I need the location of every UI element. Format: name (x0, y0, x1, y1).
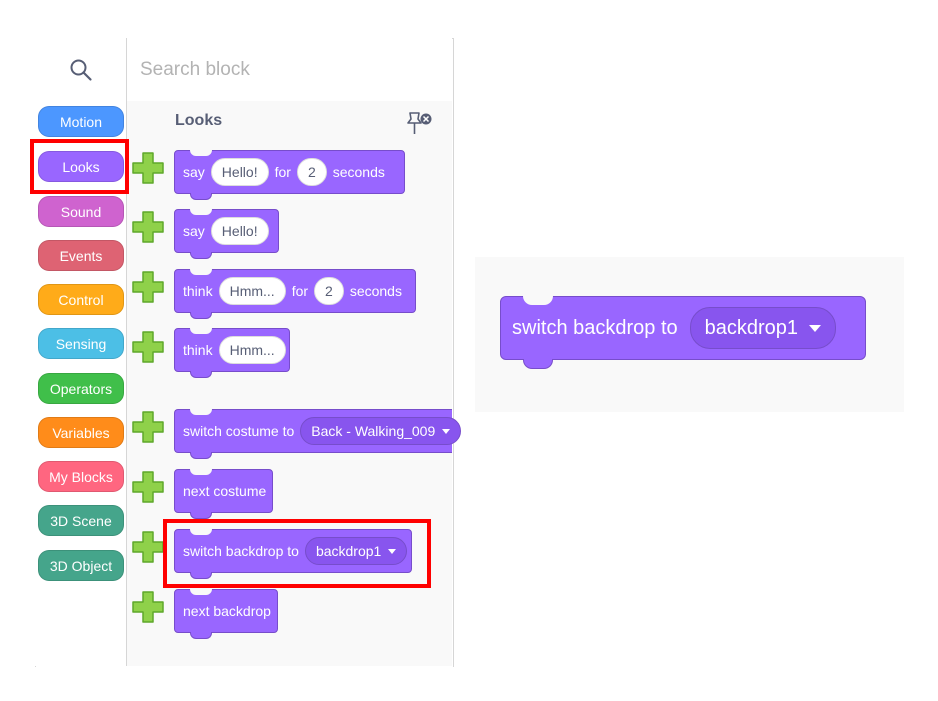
block-say[interactable]: say Hello! (174, 209, 279, 259)
block-next-backdrop[interactable]: next backdrop (174, 589, 278, 639)
category-events[interactable]: Events (38, 240, 124, 271)
block-label: for (274, 164, 291, 180)
block-tab (190, 452, 212, 459)
message-input[interactable]: Hmm... (218, 277, 286, 305)
add-block-plus-icon[interactable] (131, 590, 165, 624)
add-block-plus-icon[interactable] (131, 270, 165, 304)
block-tab (190, 371, 212, 378)
dropdown-caret-icon (809, 324, 822, 332)
block-tab (190, 252, 212, 259)
block-notch (190, 150, 212, 156)
seconds-input[interactable]: 2 (314, 277, 344, 305)
block-notch (190, 209, 212, 215)
search-input[interactable]: Search block (127, 38, 452, 101)
workspace-grid-dots (480, 408, 900, 412)
block-next-costume[interactable]: next costume (174, 469, 273, 519)
add-block-plus-icon[interactable] (131, 470, 165, 504)
add-block-plus-icon[interactable] (131, 151, 165, 185)
costume-dropdown[interactable]: Back - Walking_009 (300, 417, 462, 445)
block-notch (190, 589, 212, 595)
block-label: switch costume to (183, 423, 295, 439)
zoomed-switch-backdrop-block[interactable]: switch backdrop to backdrop1 (500, 296, 866, 369)
block-notch (190, 409, 212, 415)
dropdown-value: backdrop1 (704, 316, 799, 339)
backdrop-dropdown[interactable]: backdrop1 (689, 307, 837, 349)
category-control[interactable]: Control (38, 284, 124, 315)
block-think[interactable]: think Hmm... (174, 328, 290, 378)
dropdown-value: Back - Walking_009 (311, 423, 436, 439)
block-tab (523, 359, 553, 369)
block-label: say (183, 164, 205, 180)
block-notch (523, 296, 553, 305)
category-operators[interactable]: Operators (38, 373, 124, 404)
block-notch (190, 469, 212, 475)
message-input[interactable]: Hello! (210, 217, 269, 245)
block-label: seconds (332, 164, 385, 180)
highlight-box-looks-category (30, 139, 129, 194)
block-notch (190, 328, 212, 334)
category-motion[interactable]: Motion (38, 106, 124, 137)
highlight-box-switch-backdrop (163, 519, 431, 588)
block-tab (190, 632, 212, 639)
palette-heading: Looks (175, 112, 223, 129)
pin-icon[interactable] (406, 110, 436, 146)
block-label: switch backdrop to (512, 316, 678, 339)
category-variables[interactable]: Variables (38, 417, 124, 448)
search-icon (70, 59, 92, 81)
message-input[interactable]: Hello! (210, 158, 269, 186)
block-label: think (183, 283, 213, 299)
add-block-plus-icon[interactable] (131, 330, 165, 364)
category-3d-scene[interactable]: 3D Scene (38, 505, 124, 536)
block-label: next backdrop (183, 603, 271, 619)
block-think-for-seconds[interactable]: think Hmm... for 2 seconds (174, 269, 416, 319)
block-label: seconds (349, 283, 402, 299)
add-block-plus-icon[interactable] (131, 410, 165, 444)
category-3d-object[interactable]: 3D Object (38, 550, 124, 581)
block-tab (190, 512, 212, 519)
search-button[interactable] (35, 38, 126, 101)
block-label: for (291, 283, 309, 299)
block-tab (190, 312, 212, 319)
category-sensing[interactable]: Sensing (38, 328, 124, 359)
category-sound[interactable]: Sound (38, 196, 124, 227)
block-label: think (183, 342, 213, 358)
add-block-plus-icon[interactable] (131, 530, 165, 564)
block-label: say (183, 223, 205, 239)
message-input[interactable]: Hmm... (218, 336, 286, 364)
block-label: next costume (183, 483, 267, 499)
block-tab (190, 193, 212, 200)
add-block-plus-icon[interactable] (131, 210, 165, 244)
dropdown-caret-icon (442, 428, 451, 434)
search-placeholder: Search block (140, 59, 250, 80)
category-my-blocks[interactable]: My Blocks (38, 461, 124, 492)
seconds-input[interactable]: 2 (296, 158, 327, 186)
block-switch-costume[interactable]: switch costume to Back - Walking_009 (174, 409, 462, 459)
block-say-for-seconds[interactable]: say Hello! for 2 seconds (174, 150, 405, 200)
block-notch (190, 269, 212, 275)
